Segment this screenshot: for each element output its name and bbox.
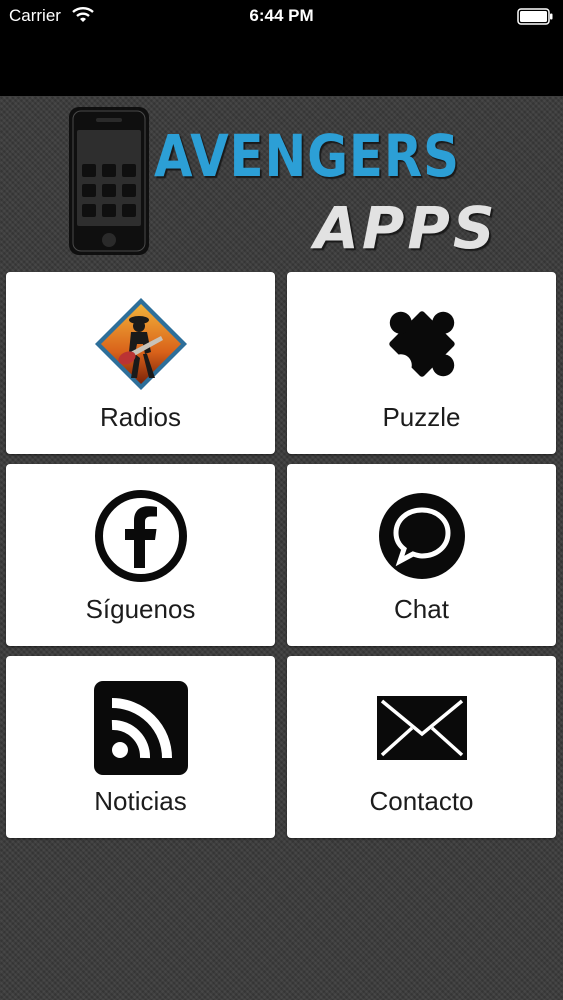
- menu-label: Puzzle: [382, 402, 461, 432]
- puzzle-piece-icon: [388, 311, 455, 377]
- envelope-icon: [376, 696, 467, 760]
- rss-icon: [93, 681, 188, 775]
- menu-tile-puzzle[interactable]: Puzzle: [287, 272, 556, 454]
- facebook-icon: [94, 490, 187, 582]
- clock: 6:44 PM: [249, 6, 314, 25]
- main-area: AVENGERS APPS Radios Puzzle Síguenos Cha…: [0, 96, 563, 1000]
- app-logo: AVENGERS APPS: [60, 102, 500, 262]
- logo-word-avengers: AVENGERS: [154, 122, 460, 190]
- menu-tile-siguenos[interactable]: Síguenos: [6, 464, 275, 646]
- menu-tile-contacto[interactable]: Contacto: [287, 656, 556, 838]
- menu-label: Radios: [100, 402, 181, 432]
- menu-tile-chat[interactable]: Chat: [287, 464, 556, 646]
- chat-bubble-icon: [378, 493, 465, 579]
- battery-icon: [517, 8, 553, 25]
- menu-tile-noticias[interactable]: Noticias: [6, 656, 275, 838]
- menu-label: Contacto: [369, 786, 474, 816]
- logo-word-apps: APPS: [314, 194, 498, 262]
- menu-tile-radios[interactable]: Radios: [6, 272, 275, 454]
- menu-label: Chat: [394, 594, 449, 624]
- top-bar: [0, 34, 563, 96]
- status-bar: Carrier 6:44 PM: [0, 0, 563, 34]
- menu-label: Noticias: [94, 786, 187, 816]
- phone-icon: [69, 107, 149, 255]
- menu-label: Síguenos: [85, 594, 196, 624]
- guitarist-icon: [94, 298, 187, 390]
